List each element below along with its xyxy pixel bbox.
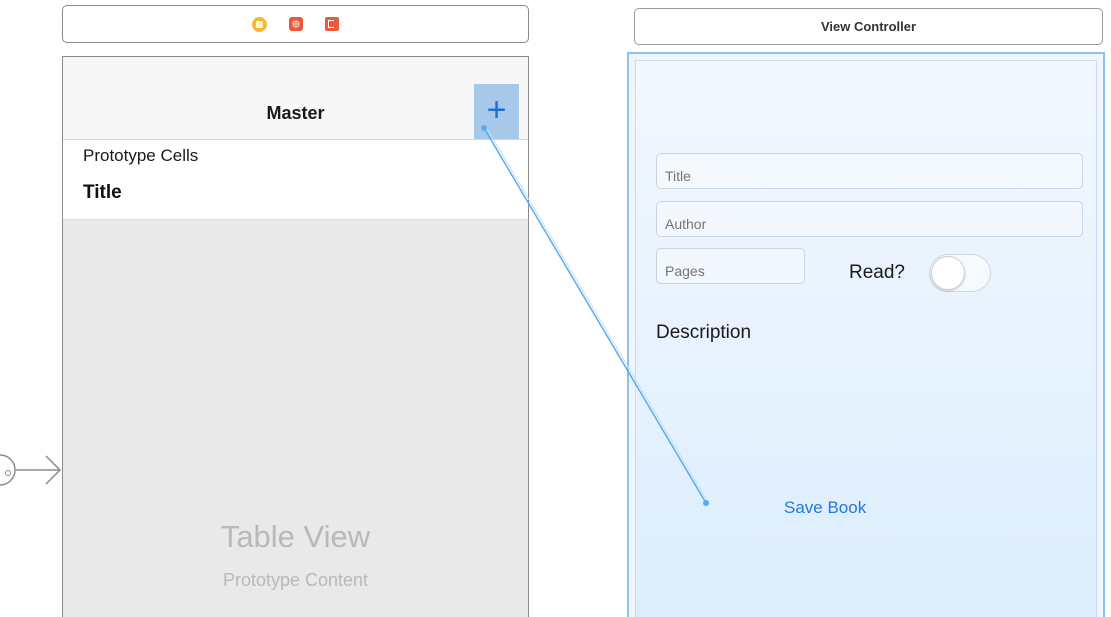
prototype-cells-label: Prototype Cells <box>83 146 198 166</box>
title-text-field[interactable] <box>656 153 1083 189</box>
prototype-cell[interactable]: Title <box>63 170 528 220</box>
read-label: Read? <box>849 262 905 284</box>
read-toggle-switch[interactable] <box>929 254 991 292</box>
table-view-placeholder-subtitle: Prototype Content <box>63 570 528 591</box>
description-label: Description <box>656 322 751 344</box>
table-view-placeholder-title: Table View <box>63 519 528 555</box>
save-book-button[interactable]: Save Book <box>784 498 866 518</box>
exit-icon[interactable] <box>325 17 339 31</box>
plus-icon: + <box>487 93 507 127</box>
prototype-cells-header: Prototype Cells <box>63 140 528 170</box>
first-responder-icon[interactable] <box>289 17 303 31</box>
pages-text-field[interactable] <box>656 248 805 284</box>
view-controller-scene[interactable]: Read? Description Save Book <box>627 52 1105 617</box>
master-scene-dock[interactable] <box>62 5 529 43</box>
view-controller-view[interactable]: Read? Description Save Book <box>635 60 1097 617</box>
nav-title: Master <box>63 103 528 124</box>
author-text-field[interactable] <box>656 201 1083 237</box>
master-scene[interactable]: Master + Prototype Cells Title Table Vie… <box>62 56 529 617</box>
view-controller-icon[interactable] <box>252 17 267 32</box>
cell-title-label: Title <box>83 182 122 204</box>
navigation-bar[interactable]: Master + <box>63 57 528 140</box>
incoming-segue-arrow-icon[interactable] <box>0 452 64 492</box>
add-button[interactable]: + <box>474 84 519 139</box>
view-controller-dock[interactable]: View Controller <box>634 8 1103 45</box>
toggle-knob <box>931 256 965 290</box>
